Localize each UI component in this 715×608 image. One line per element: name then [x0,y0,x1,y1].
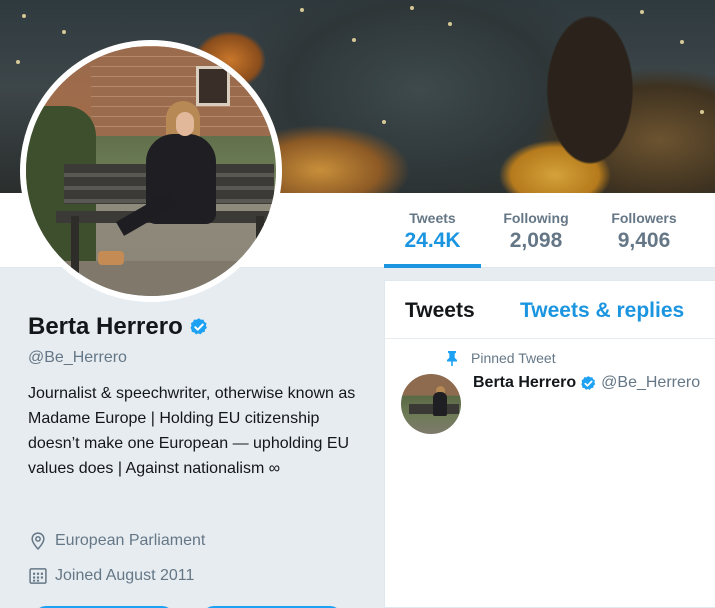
profile-name-row: Berta Herrero [28,313,368,341]
nav-following-count: 2,098 [509,229,563,252]
profile-avatar[interactable] [20,40,282,302]
profile-name[interactable]: Berta Herrero [28,313,183,341]
profile-location-text: European Parliament [55,532,206,549]
map-pin-icon [31,532,45,550]
tab-tweets-and-replies[interactable]: Tweets & replies [520,299,684,323]
verified-badge-icon [190,318,207,335]
profile-joined-text: Joined August 2011 [55,567,195,584]
nav-followers-count: 9,406 [617,229,671,252]
nav-followers-stat[interactable]: Followers 9,406 [600,193,688,268]
timeline-tabs: Tweets Tweets & replies [385,281,715,339]
pinned-tweet-context: Pinned Tweet [445,350,556,366]
verified-badge-icon [581,375,596,390]
profile-join-date: Joined August 2011 [28,566,194,586]
nav-tweets-count: 24.4K [404,229,461,252]
nav-following-label: Following [503,210,569,226]
tweet-author-handle[interactable]: @Be_Herrero [601,374,700,392]
pinned-tweet-label: Pinned Tweet [471,350,556,366]
tweet-author-avatar[interactable] [401,374,461,434]
nav-followers-label: Followers [611,210,677,226]
nav-tweets-stat[interactable]: Tweets 24.4K [384,193,481,268]
nav-following-stat[interactable]: Following 2,098 [492,193,580,268]
tab-tweets[interactable]: Tweets [405,299,475,323]
profile-info: Berta Herrero @Be_Herrero Journalist & s… [28,313,368,608]
profile-location: European Parliament [28,531,205,551]
avatar-photo [26,46,276,296]
nav-tweets-label: Tweets [409,210,456,226]
timeline-panel: Tweets Tweets & replies Pinned Tweet Ber… [384,280,715,608]
pin-icon [447,351,457,366]
profile-bio: Journalist & speechwriter, otherwise kno… [28,385,356,477]
tweet-author-name[interactable]: Berta Herrero [473,374,576,392]
profile-handle[interactable]: @Be_Herrero [28,349,368,367]
tweet-header: Berta Herrero @Be_Herrero [473,374,700,392]
calendar-icon [29,568,47,584]
